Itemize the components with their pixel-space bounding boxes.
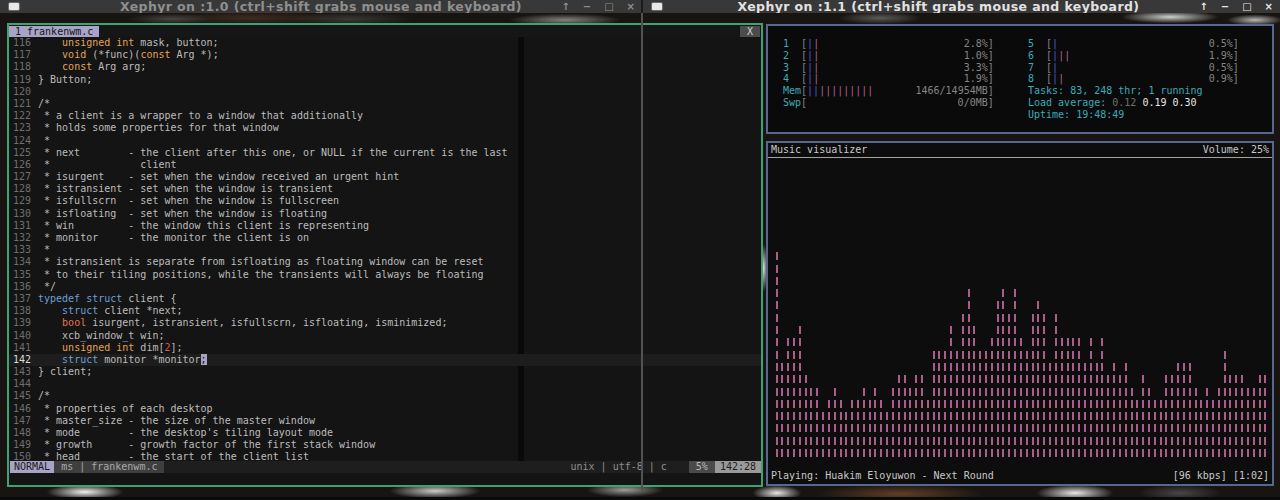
code-line: 125 * next - the client after this one, …: [9, 147, 761, 159]
window-divider: [641, 13, 643, 491]
visualizer-spectrum: [768, 158, 1272, 468]
code-line: 132 * monitor - the monitor the client i…: [9, 232, 761, 244]
window-controls[interactable]: ↑ − □ ×: [1195, 0, 1273, 13]
vim-mode-indicator: NORMAL: [10, 461, 54, 473]
maximize-icon[interactable]: □: [604, 0, 613, 13]
code-line: 134 * istransient is separate from isflo…: [9, 256, 761, 268]
code-line: 117 void (*func)(const Arg *);: [9, 49, 761, 61]
code-line: 128 * istransient - set when the window …: [9, 183, 761, 195]
code-line: 129 * isfullscrn - set when the window i…: [9, 195, 761, 207]
vim-buffer[interactable]: 116 unsigned int mask, button;117 void (…: [9, 37, 761, 464]
code-line: 121/*: [9, 98, 761, 110]
visualizer-now-playing: Playing: Huakim Eloyuwon - Next Round: [771, 469, 994, 483]
vim-commandline: [9, 473, 761, 485]
window-icon: [651, 2, 663, 11]
vim-tab[interactable]: 1 frankenwm.c: [9, 26, 99, 37]
xephyr-right-titlebar[interactable]: Xephyr on :1.1 (ctrl+shift grabs mouse a…: [643, 0, 1280, 13]
visualizer-track-info: [96 kbps] [1:02]: [1173, 469, 1269, 483]
code-line: 130 * isfloating - set when the window i…: [9, 208, 761, 220]
code-line: 145/*: [9, 390, 761, 402]
visualizer-title: Music visualizer: [771, 143, 867, 157]
code-line: 144: [9, 378, 761, 390]
code-line: 140 xcb_window_t win;: [9, 330, 761, 342]
rollup-icon[interactable]: ↑: [1199, 0, 1207, 13]
code-line: 149 * growth - growth factor of the firs…: [9, 439, 761, 451]
code-line: 142 struct monitor *monitor;: [9, 354, 761, 366]
code-line: 147 * master_size - the size of the mast…: [9, 415, 761, 427]
code-line: 119} Button;: [9, 74, 761, 86]
code-line: 137typedef struct client {: [9, 293, 761, 305]
code-line: 135 * to their tiling positions, while t…: [9, 269, 761, 281]
vim-fileinfo: unix | utf-8 | c: [571, 461, 689, 473]
code-line: 141 unsigned int dim[2];: [9, 342, 761, 354]
htop-left-column: 1 [|| 2.8%]2 [|| 1.0%]3 [|| 3.3%]4 [|| 1…: [783, 38, 994, 109]
system-monitor-window[interactable]: 1 [|| 2.8%]2 [|| 1.0%]3 [|| 3.3%]4 [|| 1…: [766, 24, 1274, 134]
code-line: 143} client;: [9, 366, 761, 378]
vim-cursor-position: 142:28: [715, 461, 761, 473]
minimize-icon[interactable]: −: [583, 0, 591, 13]
vim-scroll-percent: 5%: [689, 461, 715, 473]
code-line: 136 */: [9, 281, 761, 293]
code-line: 120: [9, 86, 761, 98]
code-line: 138 struct client *next;: [9, 305, 761, 317]
visualizer-volume: Volume: 25%: [1203, 143, 1269, 157]
code-line: 123 * holds some properties for that win…: [9, 122, 761, 134]
code-line: 116 unsigned int mask, button;: [9, 37, 761, 49]
xephyr-left-titlebar[interactable]: Xephyr on :1.0 (ctrl+shift grabs mouse a…: [0, 0, 642, 13]
minimize-icon[interactable]: −: [1221, 0, 1229, 13]
window-title: Xephyr on :1.0 (ctrl+shift grabs mouse a…: [0, 0, 642, 13]
vim-tabline: 1 frankenwm.c X: [9, 25, 761, 37]
vim-editor-window[interactable]: 1 frankenwm.c X 116 unsigned int mask, b…: [7, 23, 763, 487]
window-divider: [641, 0, 643, 13]
music-visualizer-window[interactable]: Music visualizer Volume: 25% Playing: Hu…: [766, 141, 1274, 486]
tab-close-button[interactable]: X: [740, 26, 760, 37]
code-line: 127 * isurgent - set when the window rec…: [9, 171, 761, 183]
window-controls[interactable]: ↑ − □ ×: [557, 0, 635, 13]
window-icon: [8, 2, 20, 11]
code-line: 122 * a client is a wrapper to a window …: [9, 110, 761, 122]
vim-filename: ms | frankenwm.c: [54, 461, 164, 473]
close-icon[interactable]: ×: [1265, 0, 1273, 13]
code-line: 146 * properties of each desktop: [9, 403, 761, 415]
code-line: 131 * win - the window this client is re…: [9, 220, 761, 232]
vim-statusline: NORMAL ms | frankenwm.c unix | utf-8 | c…: [9, 461, 761, 473]
code-line: 148 * mode - the desktop's tiling layout…: [9, 427, 761, 439]
code-line: 118 const Arg arg;: [9, 61, 761, 73]
code-line: 139 bool isurgent, istransient, isfullsc…: [9, 317, 761, 329]
code-line: 124 *: [9, 135, 761, 147]
rollup-icon[interactable]: ↑: [561, 0, 569, 13]
maximize-icon[interactable]: □: [1242, 0, 1251, 13]
window-title: Xephyr on :1.1 (ctrl+shift grabs mouse a…: [643, 0, 1280, 13]
code-line: 133 *: [9, 244, 761, 256]
htop-right-column: 5 [| 0.5%]6 [||| 1.9%]7 [| 0.5%]8 [|| 0.…: [1028, 38, 1239, 121]
close-icon[interactable]: ×: [627, 0, 635, 13]
code-line: 126 * client: [9, 159, 761, 171]
